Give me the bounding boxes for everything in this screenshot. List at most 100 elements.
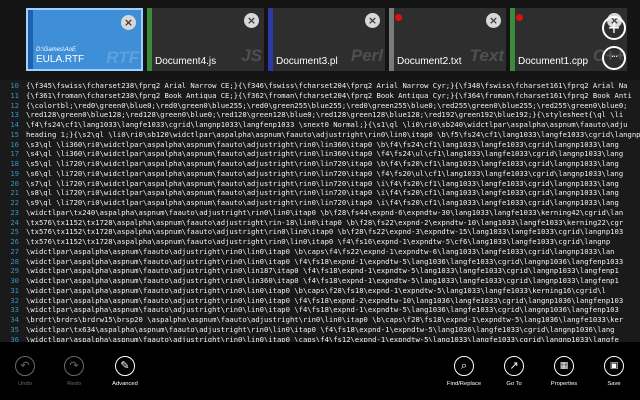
- tab-color-strip: [389, 8, 394, 71]
- app-bar: ↶ Undo ↷ Redo ✎ Advanced ⌕ Find/Replace …: [0, 342, 640, 400]
- advanced-button[interactable]: ✎ Advanced: [100, 356, 150, 387]
- line-text: \widctlpar\tx634\aspalpha\aspnum\faauto\…: [26, 324, 615, 334]
- line-text: {\f361\froman\fcharset238\fprq2 Book Ant…: [26, 90, 632, 100]
- line-number: 21: [10, 188, 19, 198]
- tab-color-strip: [268, 8, 273, 71]
- code-editor[interactable]: 10 {\f345\fswiss\fcharset238\fprq2 Arial …: [0, 80, 640, 342]
- undo-label: Undo: [18, 381, 32, 387]
- pencil-icon: ✎: [115, 356, 135, 376]
- goto-button[interactable]: ↗ Go To: [489, 356, 539, 387]
- line-number: 15: [10, 129, 19, 139]
- tab-language-watermark: JS: [241, 46, 262, 65]
- line-number: 32: [10, 295, 19, 305]
- line-number: 13: [10, 110, 19, 120]
- goto-label: Go To: [506, 381, 522, 387]
- tab-item[interactable]: JS Document4.js ×: [147, 8, 264, 71]
- line-number: 26: [10, 237, 19, 246]
- save-button[interactable]: ▣ Save: [589, 356, 639, 387]
- properties-label: Properties: [550, 381, 578, 387]
- line-text: \widctlpar\aspalpha\aspnum\faauto\adjust…: [26, 276, 619, 285]
- tab-file-name: Document1.cpp: [518, 56, 589, 67]
- line-text: \widctlpar\aspalpha\aspnum\faauto\adjust…: [26, 295, 624, 305]
- line-number: 10: [10, 81, 19, 90]
- line-text: \s7\ql \li720\ri0\widctlpar\aspalpha\asp…: [26, 178, 619, 188]
- line-text: \widctlpar\aspalpha\aspnum\faauto\adjust…: [26, 256, 624, 266]
- line-number: 35: [10, 324, 19, 334]
- line-number: 29: [10, 266, 19, 276]
- line-text: \widctlpar\aspalpha\aspnum\faauto\adjust…: [26, 246, 615, 256]
- line-number: 14: [10, 120, 19, 129]
- close-tab-icon[interactable]: ×: [244, 13, 259, 28]
- line-number: 24: [10, 217, 19, 227]
- line-number: 34: [10, 315, 19, 324]
- close-tab-icon[interactable]: ×: [121, 15, 136, 30]
- line-text: \s4\ql \li360\ri0\widctlpar\aspalpha\asp…: [26, 149, 624, 159]
- line-text: \red128\green0\blue128;\red128\green0\bl…: [26, 110, 624, 120]
- unsaved-indicator-icon: [395, 14, 402, 21]
- line-number: 17: [10, 149, 19, 159]
- line-number: 12: [10, 100, 19, 110]
- line-number: 25: [10, 227, 19, 237]
- line-text: \tx576\tx1152\tx1728\aspalpha\aspnum\faa…: [26, 227, 624, 237]
- line-text: \widctlpar\tx240\aspalpha\aspnum\faauto\…: [26, 207, 624, 217]
- save-icon: ▣: [604, 356, 624, 376]
- line-text: \s3\ql \li360\ri0\widctlpar\aspalpha\asp…: [26, 139, 619, 149]
- tab-color-strip: [28, 10, 33, 69]
- close-tab-icon[interactable]: ×: [486, 13, 501, 28]
- line-number: 36: [10, 334, 19, 343]
- line-number: 16: [10, 139, 19, 149]
- line-text: \widctlpar\aspalpha\aspnum\faauto\adjust…: [26, 334, 619, 343]
- more-options-button[interactable]: ···: [602, 46, 626, 70]
- redo-button[interactable]: ↷ Redo: [49, 356, 99, 387]
- goto-arrow-icon: ↗: [504, 356, 524, 376]
- line-text: \f4\fs24\cf1\lang1033\langfe1033\cgrid\l…: [26, 120, 628, 129]
- tab-file-name: EULA.RTF: [36, 54, 85, 65]
- tab-file-name: Document3.pl: [276, 56, 338, 67]
- line-number: 19: [10, 168, 19, 178]
- line-text: \s5\ql \li720\ri0\widctlpar\aspalpha\asp…: [26, 159, 619, 168]
- close-tab-icon[interactable]: ×: [365, 13, 380, 28]
- tab-file-name: Document4.js: [155, 56, 217, 67]
- tab-item[interactable]: Perl Document3.pl ×: [268, 8, 385, 71]
- undo-button[interactable]: ↶ Undo: [0, 356, 50, 387]
- line-number: 31: [10, 285, 19, 295]
- redo-label: Redo: [67, 381, 81, 387]
- redo-icon: ↷: [64, 356, 84, 376]
- advanced-label: Advanced: [112, 381, 138, 387]
- tab-language-watermark: Perl: [350, 46, 383, 65]
- line-text: \widctlpar\aspalpha\aspnum\faauto\adjust…: [26, 285, 606, 295]
- line-number: 30: [10, 276, 19, 285]
- tab-item[interactable]: RTF D:\Games\AoE EULA.RTF ×: [26, 8, 143, 71]
- line-text: \s8\ql \li720\ri0\widctlpar\aspalpha\asp…: [26, 188, 619, 198]
- tab-item[interactable]: Text Document2.txt ×: [389, 8, 506, 71]
- line-text: \widctlpar\aspalpha\aspnum\faauto\adjust…: [26, 305, 619, 315]
- line-number: 11: [10, 90, 19, 100]
- tab-bar: RTF D:\Games\AoE EULA.RTF × JS Document4.js × P…: [0, 0, 640, 80]
- tab-file-path: D:\Games\AoE: [36, 47, 77, 53]
- find-replace-button[interactable]: ⌕ Find/Replace: [439, 356, 489, 387]
- line-text: \widctlpar\aspalpha\aspnum\faauto\adjust…: [26, 266, 619, 276]
- line-text: \s6\ql \li720\ri0\widctlpar\aspalpha\asp…: [26, 168, 624, 178]
- line-text: \tx576\tx1152\tx1728\aspalpha\aspnum\faa…: [26, 217, 624, 227]
- line-number: 22: [10, 198, 19, 207]
- unsaved-indicator-icon: [516, 14, 523, 21]
- grid-icon: ▦: [554, 356, 574, 376]
- tab-language-watermark: Text: [469, 46, 504, 65]
- search-icon: ⌕: [454, 356, 474, 376]
- add-tab-button[interactable]: +: [602, 16, 626, 40]
- tab-language-watermark: RTF: [106, 48, 139, 67]
- line-text: heading 1;}{\s2\ql \li0\ri0\sb120\widctl…: [26, 129, 640, 139]
- line-text: \s9\ql \li720\ri0\widctlpar\aspalpha\asp…: [26, 198, 619, 207]
- line-number: 23: [10, 207, 19, 217]
- line-text: {\colortbl;\red0\green0\blue0;\red0\gree…: [26, 100, 628, 110]
- undo-icon: ↶: [15, 356, 35, 376]
- line-number: 18: [10, 159, 19, 168]
- line-text: \brdrt\brdrs\brdrw15\brsp20 \aspalpha\as…: [26, 315, 624, 324]
- tab-file-name: Document2.txt: [397, 56, 462, 67]
- find-replace-label: Find/Replace: [446, 381, 482, 387]
- line-text: {\f345\fswiss\fcharset238\fprq2 Arial Na…: [26, 81, 628, 90]
- line-number: 20: [10, 178, 19, 188]
- line-number: 27: [10, 246, 19, 256]
- tab-color-strip: [510, 8, 515, 71]
- properties-button[interactable]: ▦ Properties: [539, 356, 589, 387]
